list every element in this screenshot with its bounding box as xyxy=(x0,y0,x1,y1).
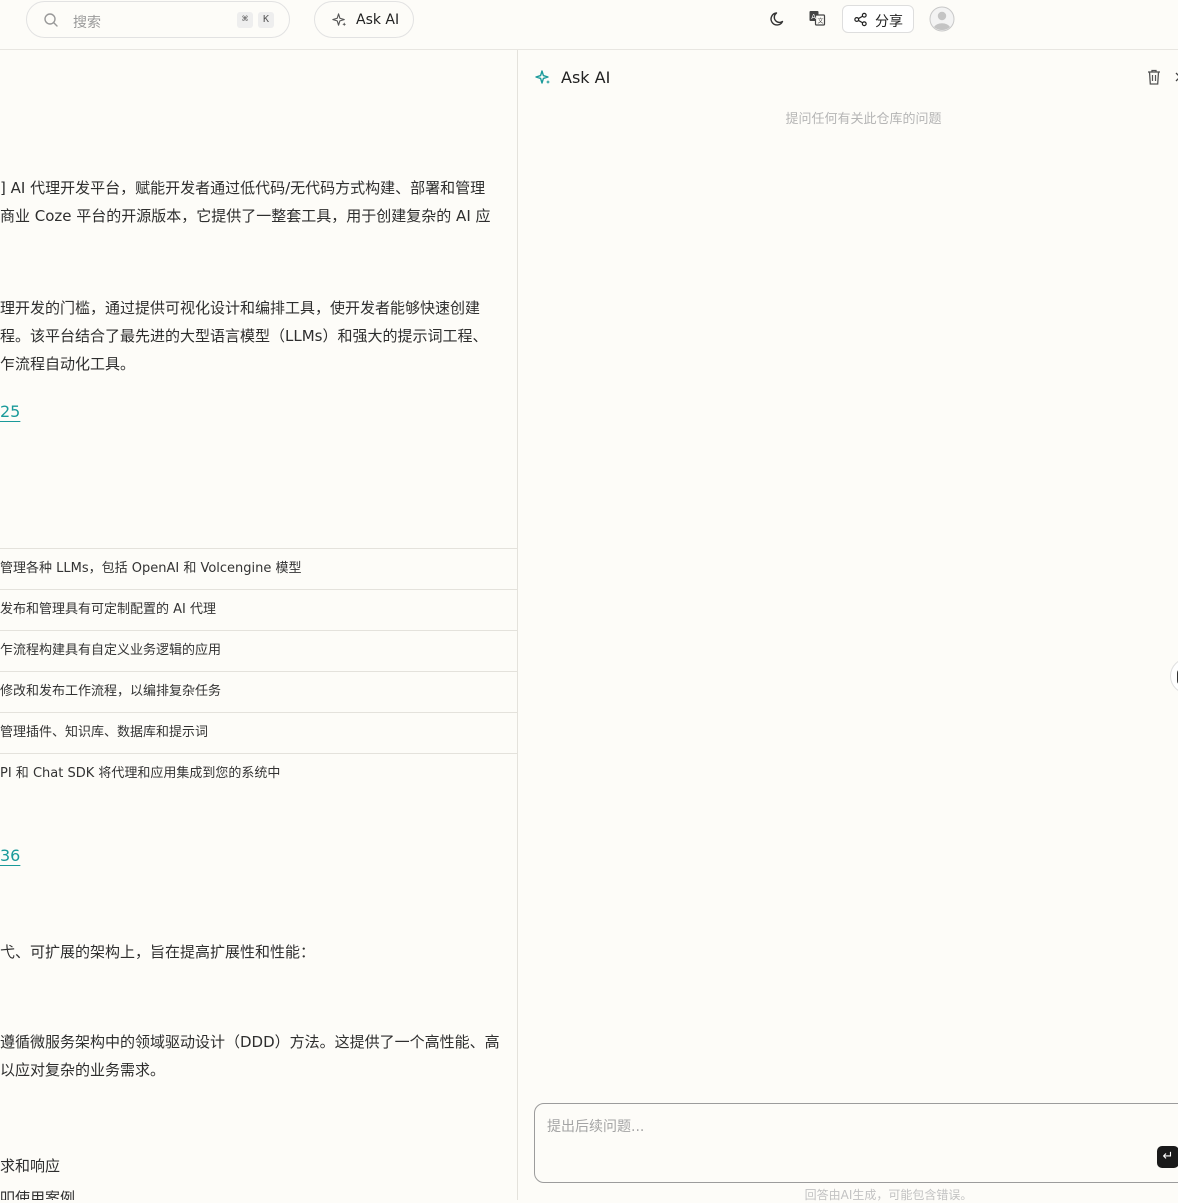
resize-handle[interactable] xyxy=(1170,658,1178,694)
sparkle-icon xyxy=(535,70,550,84)
panel-hint: 提问任何有关此仓库的问题 xyxy=(785,112,942,127)
doc-paragraph: 乍流程自动化工具。 xyxy=(0,355,136,373)
table-row: PI 和 Chat SDK 将代理和应用集成到您的系统中 xyxy=(0,753,517,794)
doc-paragraph: ] AI 代理开发平台，赋能开发者通过低代码/无代码方式构建、部署和管理 xyxy=(0,179,486,197)
doc-paragraph: 弋、可扩展的架构上，旨在提高扩展性和性能： xyxy=(0,943,316,961)
doc-paragraph: 理开发的门槛，通过提供可视化设计和编排工具，使开发者能够快速创建 xyxy=(0,299,481,317)
top-bar: 搜索 ⌘ K Ask AI A 文 分享 xyxy=(0,0,1178,50)
table-row: 修改和发布工作流程，以编排复杂任务 xyxy=(0,671,517,712)
moon-icon[interactable] xyxy=(769,10,787,28)
table-row: 乍流程构建具有自定义业务逻辑的应用 xyxy=(0,630,517,671)
search-box[interactable]: 搜索 ⌘ K xyxy=(26,1,290,38)
ask-ai-panel: Ask AI 提问任何有关此仓库的问题 ↵ 回答由AI生成，可能包含错误。 xyxy=(517,50,1178,1202)
table-row: 发布和管理具有可定制配置的 AI 代理 xyxy=(0,589,517,630)
doc-paragraph: 遵循微服务架构中的领域驱动设计（DDD）方法。这提供了一个高性能、高 xyxy=(0,1033,500,1051)
user-avatar-icon[interactable] xyxy=(929,6,955,32)
share-icon xyxy=(854,12,867,27)
doc-list-item: 叩使用案例 xyxy=(0,1189,76,1200)
document-content: ] AI 代理开发平台，赋能开发者通过低代码/无代码方式构建、部署和管理 商业 … xyxy=(0,50,517,1200)
panel-title: Ask AI xyxy=(561,68,611,87)
followup-input[interactable] xyxy=(547,1116,1147,1156)
doc-paragraph: 程。该平台结合了最先进的大型语言模型（LLMs）和强大的提示词工程、 xyxy=(0,327,488,345)
svg-text:A: A xyxy=(811,13,816,21)
followup-input-box[interactable]: ↵ xyxy=(534,1103,1178,1183)
doc-paragraph: 商业 Coze 平台的开源版本，它提供了一整套工具，用于创建复杂的 AI 应 xyxy=(0,207,491,225)
ai-disclaimer: 回答由AI生成，可能包含错误。 xyxy=(804,1188,973,1202)
svg-text:文: 文 xyxy=(818,17,824,25)
kbd-k: K xyxy=(258,12,274,28)
feature-table: 管理各种 LLMs，包括 OpenAI 和 Volcengine 模型 发布和管… xyxy=(0,548,517,794)
search-placeholder: 搜索 xyxy=(73,15,101,31)
table-row: 管理插件、知识库、数据库和提示词 xyxy=(0,712,517,753)
send-button[interactable]: ↵ xyxy=(1157,1146,1178,1168)
kbd-cmd: ⌘ xyxy=(237,12,253,28)
doc-paragraph: 以应对复杂的业务需求。 xyxy=(0,1061,166,1079)
close-icon[interactable] xyxy=(1172,70,1178,84)
translate-icon[interactable]: A 文 xyxy=(808,9,826,27)
ask-ai-label: Ask AI xyxy=(356,12,400,28)
source-link[interactable]: 25 xyxy=(0,402,20,421)
share-button[interactable]: 分享 xyxy=(842,5,914,33)
ask-ai-button[interactable]: Ask AI xyxy=(314,1,414,38)
doc-list-item: 求和响应 xyxy=(0,1157,61,1175)
search-icon xyxy=(44,13,58,27)
sparkle-icon xyxy=(332,13,347,27)
share-label: 分享 xyxy=(875,14,903,30)
trash-icon[interactable] xyxy=(1146,68,1162,86)
table-row: 管理各种 LLMs，包括 OpenAI 和 Volcengine 模型 xyxy=(0,548,517,589)
source-link[interactable]: 36 xyxy=(0,846,20,865)
